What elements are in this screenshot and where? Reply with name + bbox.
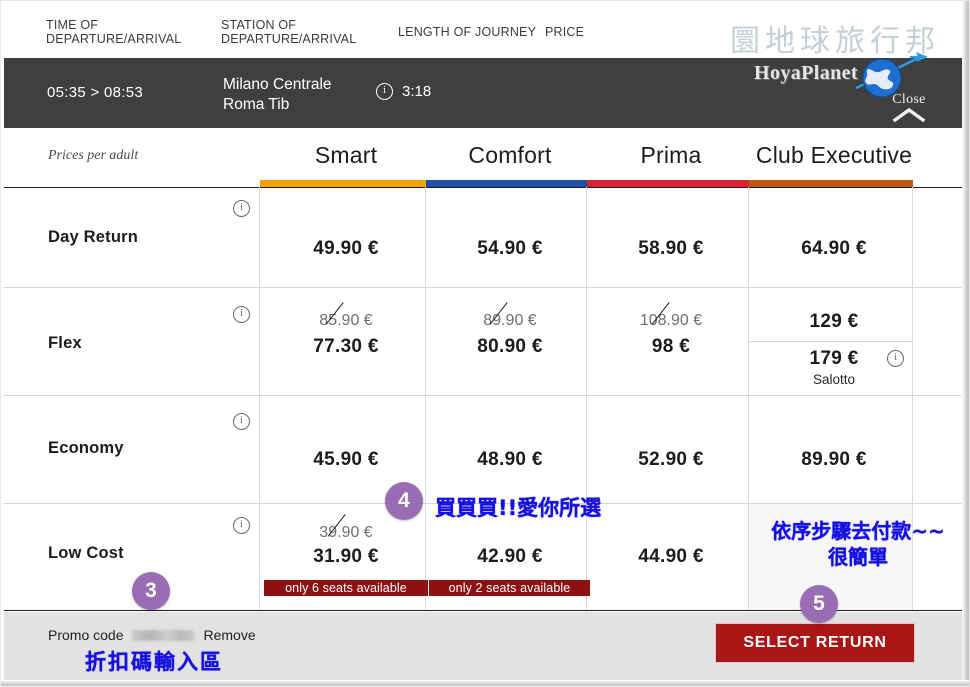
info-icon[interactable] [233,517,250,534]
accent-bar-prima [587,180,749,187]
fare-column-club-executive[interactable]: Club Executive [756,142,912,169]
fare-column-smart[interactable]: Smart [315,142,377,169]
journey-time: 05:35 > 08:53 [47,84,144,101]
fare-selection-screen: TIME OF DEPARTURE/ARRIVAL STATION OF DEP… [0,0,970,687]
annotation-badge-3: 3 [132,572,170,610]
annotation-badge-5: 5 [800,585,838,623]
promo-code-input[interactable] [132,629,195,641]
price-flex-prima[interactable]: 98 € [652,336,690,358]
note-salotto: Salotto [812,372,856,387]
old-price-low-cost-smart: 39.90 € [319,524,373,541]
annotation-text-3: 折扣碼輸入區 [85,650,223,674]
seats-badge-low-cost-comfort: only 2 seats available [429,580,590,596]
info-icon[interactable] [887,350,904,367]
select-return-button[interactable]: SELECT RETURN [715,623,915,663]
info-icon[interactable] [233,306,250,323]
annotation-text-4: 買買買!!愛你所選 [435,496,602,520]
row-divider-2 [4,395,962,396]
caption-length-of-journey: LENGTH OF JOURNEY [398,25,537,39]
row-label-low-cost: Low Cost [48,544,124,562]
price-low-cost-prima[interactable]: 44.90 € [638,546,704,568]
info-icon[interactable] [233,413,250,430]
club-sub-divider [749,341,912,342]
accent-bar-smart [260,180,426,187]
annotation-text-5: 依序步驟去付款~~ 很簡單 [771,519,945,569]
price-low-cost-comfort[interactable]: 42.90 € [477,546,543,568]
price-day-return-smart[interactable]: 49.90 € [313,238,379,260]
price-flex-club-salotto[interactable]: 179 € [809,348,858,370]
seats-badge-low-cost-smart: only 6 seats available [264,580,428,596]
journey-stations: Milano Centrale Roma Tib [223,75,332,115]
price-economy-club-executive[interactable]: 89.90 € [801,449,867,471]
annotation-badge-4: 4 [385,482,423,520]
price-day-return-club-executive[interactable]: 64.90 € [801,238,867,260]
table-top-rule [4,187,962,188]
fare-column-comfort[interactable]: Comfort [468,142,551,169]
window-edge-bottom [0,680,970,687]
accent-bar-club-executive [749,180,913,187]
price-low-cost-smart[interactable]: 31.90 € [313,546,379,568]
promo-code-group: Promo code Remove [48,627,256,643]
close-label: Close [892,92,926,107]
window-edge-right [962,0,970,687]
col-separator-3 [586,187,587,610]
close-button[interactable]: Close [892,92,926,122]
col-separator-2 [425,187,426,610]
promo-remove-link[interactable]: Remove [203,627,255,643]
journey-duration-group: 3:18 [376,83,431,100]
price-flex-smart[interactable]: 77.30 € [313,336,379,358]
caption-station-of-departure-arrival: STATION OF DEPARTURE/ARRIVAL [221,18,357,46]
watermark-english: HoyaPlanet [754,62,858,84]
info-icon[interactable] [233,200,250,217]
caption-price: PRICE [545,25,585,39]
price-day-return-comfort[interactable]: 54.90 € [477,238,543,260]
row-divider-1 [4,287,962,288]
price-flex-comfort[interactable]: 80.90 € [477,336,543,358]
old-price-flex-prima: 108.90 € [639,312,703,329]
row-label-day-return: Day Return [48,228,139,246]
price-flex-club-executive[interactable]: 129 € [809,311,858,333]
price-economy-prima[interactable]: 52.90 € [638,449,704,471]
chevron-up-icon [892,107,926,122]
price-day-return-prima[interactable]: 58.90 € [638,238,704,260]
promo-code-label: Promo code [48,627,124,643]
col-separator-1 [259,187,260,610]
prices-per-adult-label: Prices per adult [48,148,139,163]
fare-column-prima[interactable]: Prima [640,142,701,169]
info-icon[interactable] [376,83,393,100]
journey-station-to: Roma Tib [223,96,290,113]
row-label-economy: Economy [48,439,124,457]
price-economy-comfort[interactable]: 48.90 € [477,449,543,471]
price-economy-smart[interactable]: 45.90 € [313,449,379,471]
caption-time-of-departure-arrival: TIME OF DEPARTURE/ARRIVAL [46,18,182,46]
row-label-flex: Flex [48,334,82,352]
accent-bar-comfort [426,180,587,187]
journey-station-from: Milano Centrale [223,76,332,93]
journey-duration: 3:18 [402,83,432,100]
